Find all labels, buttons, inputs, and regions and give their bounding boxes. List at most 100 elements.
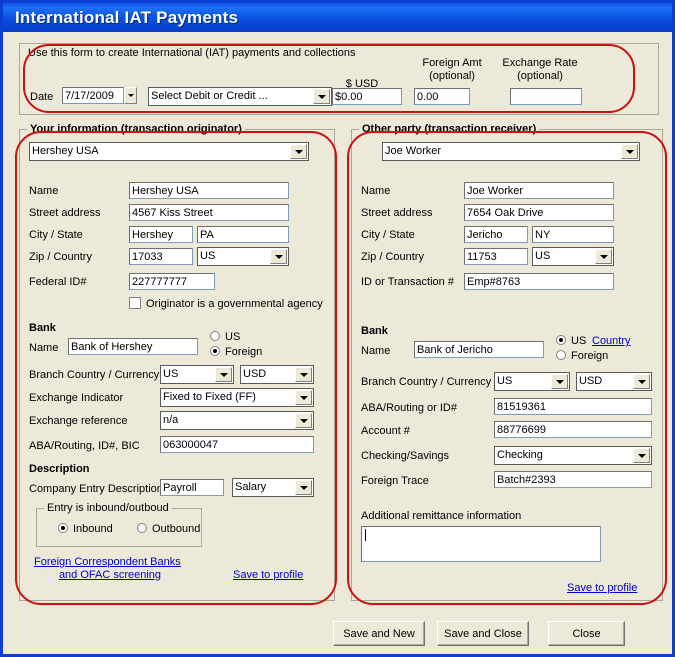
receiver-bank-foreign-radio[interactable]: Foreign [556, 350, 608, 362]
chevron-down-icon[interactable] [295, 390, 312, 405]
inbound-outbound-group: Entry is inbound/outboud Inbound Outboun… [36, 502, 202, 547]
originator-federal-id-input[interactable]: 227777777 [129, 273, 215, 290]
receiver-zip-country-label: Zip / Country [361, 251, 424, 263]
originator-group-title: Your information (transaction originator… [27, 123, 245, 135]
save-and-new-button[interactable]: Save and New [333, 621, 425, 646]
receiver-branch-country-select[interactable]: US [494, 372, 570, 391]
receiver-branch-label: Branch Country / Currency [361, 376, 492, 388]
originator-exchange-reference-select[interactable]: n/a [160, 411, 314, 430]
company-entry-input[interactable]: Payroll [160, 479, 224, 496]
originator-federal-id-label: Federal ID# [29, 276, 87, 288]
chevron-down-icon[interactable] [215, 367, 232, 382]
originator-state-input[interactable]: PA [197, 226, 289, 243]
text-caret [365, 529, 366, 541]
iat-payments-window: International IAT Payments Use this form… [0, 0, 675, 657]
gov-agency-checkbox[interactable]: Originator is a governmental agency [129, 297, 323, 310]
close-button[interactable]: Close [548, 621, 625, 646]
originator-bank-name-label: Name [29, 342, 59, 354]
receiver-account-label: Account # [361, 425, 410, 437]
debit-credit-select[interactable]: Select Debit or Credit ... [148, 87, 332, 106]
receiver-branch-currency-value: USD [579, 375, 603, 387]
chevron-down-icon[interactable] [595, 249, 612, 264]
receiver-name-input[interactable]: Joe Worker [464, 182, 614, 199]
originator-exchange-reference-value: n/a [163, 414, 179, 426]
date-label: Date [30, 91, 54, 103]
originator-street-label: Street address [29, 207, 101, 219]
originator-save-to-profile-link[interactable]: Save to profile [233, 569, 303, 581]
receiver-state-input[interactable]: NY [532, 226, 614, 243]
originator-branch-country-select[interactable]: US [160, 365, 234, 384]
inbound-outbound-group-title: Entry is inbound/outboud [44, 502, 172, 514]
chevron-down-icon[interactable] [621, 144, 638, 159]
originator-zip-country-label: Zip / Country [29, 251, 92, 263]
foreign-correspondent-banks-link-line2[interactable]: and OFAC screening [34, 569, 186, 581]
company-entry-type-select[interactable]: Salary [232, 478, 314, 497]
receiver-zip-input[interactable]: 11753 [464, 248, 528, 265]
chevron-down-icon[interactable] [551, 374, 568, 389]
originator-bank-name-input[interactable]: Bank of Hershey [68, 338, 198, 355]
foreign-correspondent-banks-link-line1[interactable]: Foreign Correspondent Banks [34, 556, 181, 568]
originator-bank-foreign-radio[interactable]: Foreign [210, 346, 262, 358]
receiver-country-link[interactable]: Country [592, 335, 631, 347]
originator-name-label: Name [29, 185, 59, 197]
receiver-profile-select[interactable]: Joe Worker [382, 142, 640, 161]
receiver-bank-name-label: Name [361, 345, 391, 357]
receiver-foreign-trace-input[interactable]: Batch#2393 [494, 471, 652, 488]
receiver-country-select[interactable]: US [532, 247, 614, 266]
originator-group: Your information (transaction originator… [19, 123, 335, 601]
receiver-id-transaction-input[interactable]: Emp#8763 [464, 273, 614, 290]
chevron-down-icon[interactable] [295, 413, 312, 428]
exchange-rate-input[interactable] [510, 88, 582, 105]
receiver-street-input[interactable]: 7654 Oak Drive [464, 204, 614, 221]
exchange-rate-label-line1: Exchange Rate [502, 57, 578, 69]
originator-city-input[interactable]: Hershey [129, 226, 193, 243]
chevron-down-icon[interactable] [290, 144, 307, 159]
originator-name-input[interactable]: Hershey USA [129, 182, 289, 199]
receiver-save-to-profile-link[interactable]: Save to profile [567, 582, 637, 594]
originator-street-input[interactable]: 4567 Kiss Street [129, 204, 289, 221]
receiver-bank-us-radio[interactable]: US [556, 335, 586, 347]
receiver-checking-savings-select[interactable]: Checking [494, 446, 652, 465]
originator-exchange-indicator-value: Fixed to Fixed (FF) [163, 391, 256, 403]
originator-profile-select[interactable]: Hershey USA [29, 142, 309, 161]
remittance-label: Additional remittance information [361, 510, 522, 522]
originator-exchange-reference-label: Exchange reference [29, 415, 128, 427]
originator-bank-header: Bank [29, 322, 56, 334]
receiver-foreign-trace-label: Foreign Trace [361, 475, 429, 487]
receiver-bank-name-input[interactable]: Bank of Jericho [414, 341, 544, 358]
outbound-radio[interactable]: Outbound [137, 523, 200, 535]
receiver-account-input[interactable]: 88776699 [494, 421, 652, 438]
receiver-checking-savings-value: Checking [497, 449, 543, 461]
originator-aba-input[interactable]: 063000047 [160, 436, 314, 453]
usd-amount-input[interactable]: $0.00 [332, 88, 402, 105]
date-input[interactable]: 7/17/2009 [62, 87, 124, 104]
chevron-down-icon[interactable] [633, 374, 650, 389]
foreign-amount-input[interactable]: 0.00 [414, 88, 470, 105]
originator-country-select[interactable]: US [197, 247, 289, 266]
foreign-amt-label-line1: Foreign Amt [422, 57, 482, 69]
chevron-down-icon[interactable] [633, 448, 650, 463]
originator-branch-currency-select[interactable]: USD [240, 365, 314, 384]
receiver-group-title: Other party (transaction receiver) [359, 123, 540, 135]
window-title: International IAT Payments [15, 7, 239, 27]
chevron-down-icon[interactable] [295, 480, 312, 495]
chevron-down-icon[interactable] [295, 367, 312, 382]
originator-zip-input[interactable]: 17033 [129, 248, 193, 265]
company-entry-type-value: Salary [235, 481, 267, 493]
chevron-down-icon[interactable] [313, 89, 330, 104]
date-spinner-down-icon[interactable] [124, 87, 137, 104]
header-group: Use this form to create International (I… [19, 43, 659, 115]
receiver-city-state-label: City / State [361, 229, 415, 241]
inbound-radio[interactable]: Inbound [58, 523, 113, 535]
originator-bank-us-radio[interactable]: US [210, 331, 240, 343]
receiver-city-input[interactable]: Jericho [464, 226, 528, 243]
receiver-checking-savings-label: Checking/Savings [361, 450, 450, 462]
remittance-textarea[interactable] [361, 526, 601, 562]
foreign-amt-label-line2: (optional) [429, 70, 475, 82]
originator-exchange-indicator-select[interactable]: Fixed to Fixed (FF) [160, 388, 314, 407]
chevron-down-icon[interactable] [270, 249, 287, 264]
receiver-aba-input[interactable]: 81519361 [494, 398, 652, 415]
receiver-branch-currency-select[interactable]: USD [576, 372, 652, 391]
originator-branch-country-value: US [163, 368, 179, 380]
save-and-close-button[interactable]: Save and Close [437, 621, 529, 646]
